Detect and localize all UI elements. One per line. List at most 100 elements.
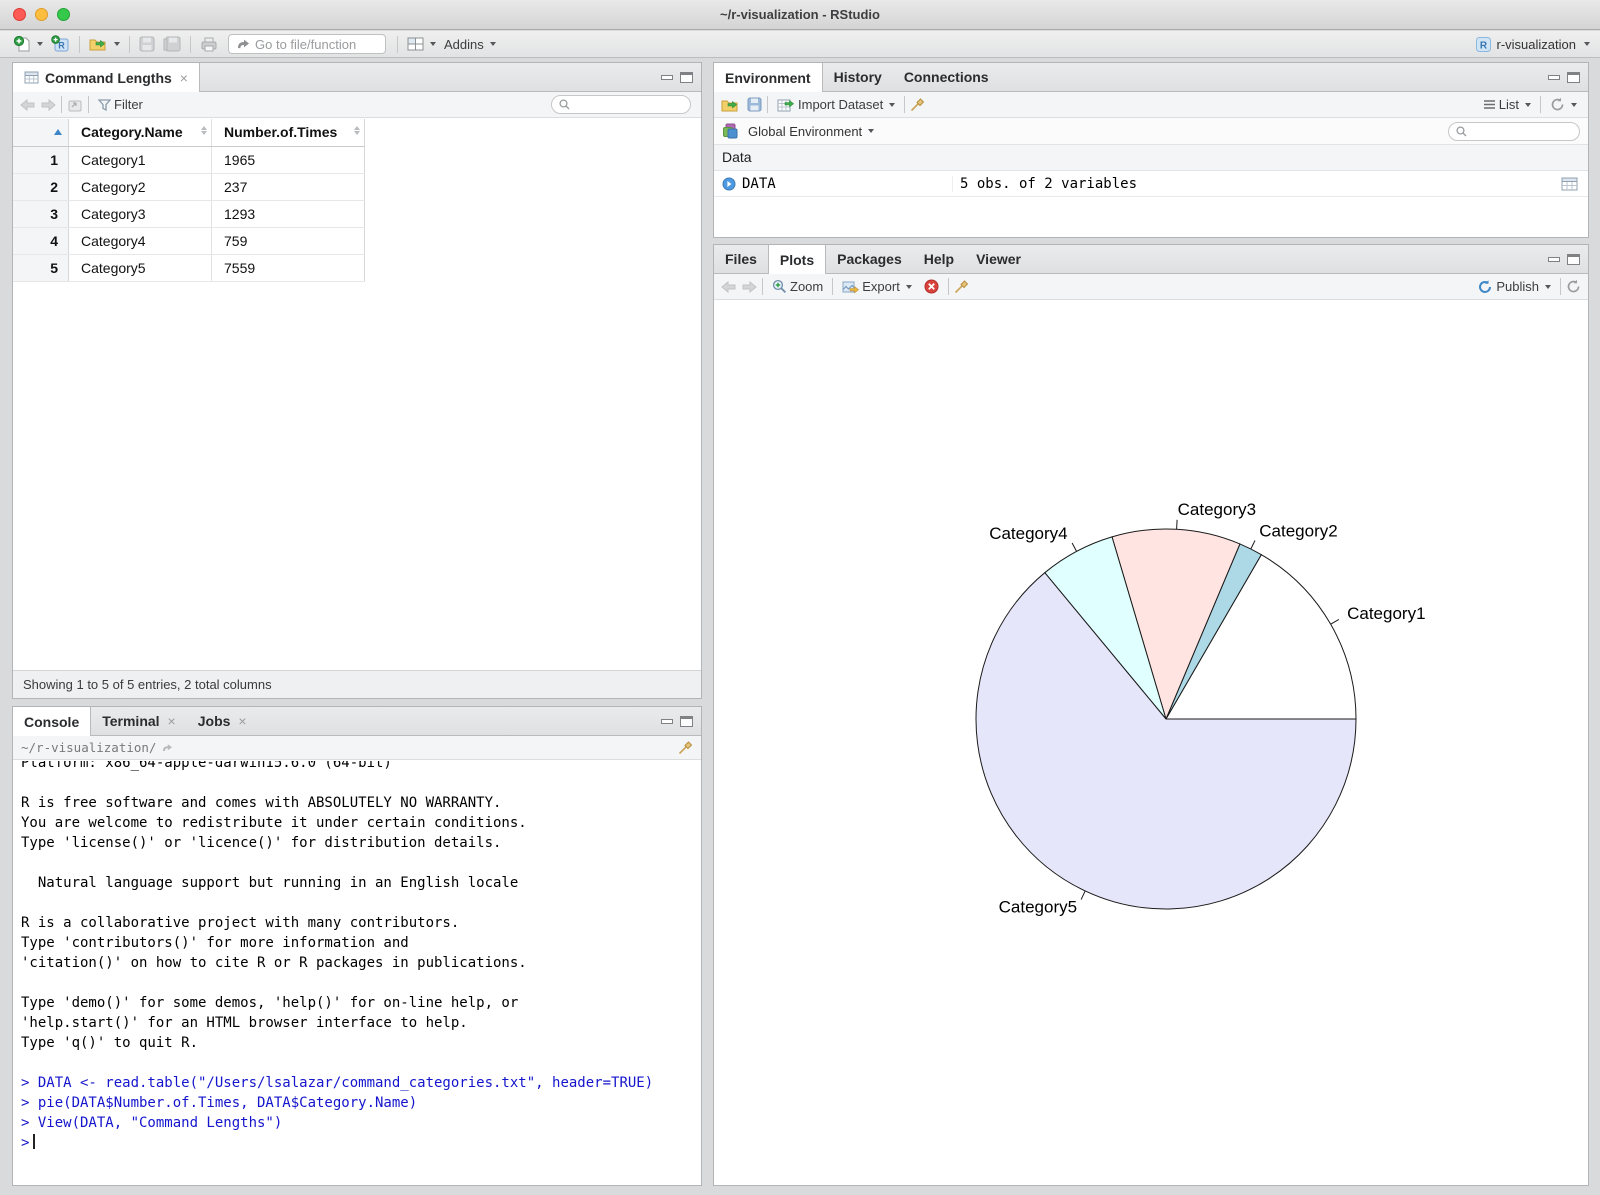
view-data-icon[interactable] [1561,177,1578,191]
close-tab-icon[interactable]: × [168,713,176,729]
new-project-icon: R [51,35,69,52]
filter-button[interactable]: Filter [94,95,147,114]
pane-layout-button[interactable] [403,35,440,53]
filter-label: Filter [114,97,143,112]
close-tab-icon[interactable]: × [238,713,246,729]
tab-terminal[interactable]: Terminal × [91,707,187,735]
tab-viewer[interactable]: Viewer [965,245,1032,273]
table-search-box[interactable] [551,95,691,114]
goto-arrow-icon [238,39,249,49]
console-line: You are welcome to redistribute it under… [21,815,527,831]
project-selector[interactable]: R r-visualization [1475,36,1590,53]
maximize-pane-icon[interactable] [1567,254,1580,265]
console-output[interactable]: Platform: x86_64-apple-darwin15.6.0 (64-… [14,761,700,1184]
minimize-pane-icon[interactable] [661,719,673,724]
sort-arrows-icon [201,126,207,135]
save-button[interactable] [135,34,159,54]
new-project-button[interactable]: R [47,33,74,55]
table-search-input[interactable] [574,97,674,112]
environment-section-header: Data [714,145,1588,171]
console-input-line: > pie(DATA$Number.of.Times, DATA$Categor… [21,1095,418,1111]
clear-all-plots-icon[interactable] [954,279,969,294]
r-project-icon: R [1475,36,1491,52]
main-toolbar: R Addins R r-visualization [0,31,1600,58]
environment-search-input[interactable] [1471,124,1571,138]
tab-plots[interactable]: Plots [767,245,827,274]
maximize-pane-icon[interactable] [680,716,693,727]
minimize-pane-icon[interactable] [1548,75,1560,80]
close-tab-icon[interactable]: × [180,70,188,86]
forward-icon[interactable] [40,98,56,111]
goto-file-search[interactable] [228,34,386,54]
toolbar-separator [947,278,949,295]
tab-jobs[interactable]: Jobs × [187,707,258,735]
console-prompt-line[interactable]: > [21,1133,700,1153]
import-dataset-button[interactable]: Import Dataset [773,95,899,114]
data-viewer-tabstrip: Command Lengths × [13,63,701,92]
import-dataset-icon [777,99,794,111]
environment-search-box[interactable] [1448,121,1580,141]
new-file-button[interactable] [10,34,47,55]
next-plot-icon[interactable] [741,280,757,293]
back-icon[interactable] [20,98,36,111]
row-number-header[interactable] [13,119,69,146]
console-line: 'citation()' on how to cite R or R packa… [21,955,527,971]
refresh-plot-icon[interactable] [1566,279,1581,294]
previous-plot-icon[interactable] [721,280,737,293]
expand-object-icon[interactable] [722,177,736,191]
plots-tabstrip: Files Plots Packages Help Viewer [714,245,1588,274]
sort-ascending-icon [54,129,62,135]
publish-plot-button[interactable]: Publish [1473,277,1555,297]
minimize-pane-icon[interactable] [661,75,673,80]
tab-environment[interactable]: Environment [714,63,823,92]
zoom-plot-button[interactable]: Zoom [768,277,827,296]
table-row: 2 Category2 237 [13,174,365,201]
load-workspace-icon[interactable] [721,98,740,112]
environment-object-row[interactable]: DATA 5 obs. of 2 variables [714,171,1588,197]
tab-files[interactable]: Files [714,245,768,273]
environment-scope-selector[interactable]: Global Environment [744,122,878,141]
list-view-button[interactable]: List [1479,95,1535,114]
print-button[interactable] [196,34,222,54]
maximize-pane-icon[interactable] [680,72,693,83]
environment-tabstrip: Environment History Connections [714,63,1588,92]
tab-command-lengths[interactable]: Command Lengths × [13,63,200,92]
toolbar-separator [61,96,62,113]
environment-pane: Environment History Connections Import D… [713,62,1589,238]
tab-help[interactable]: Help [913,245,965,273]
save-icon-disabled [139,36,155,52]
save-all-button[interactable] [159,34,185,54]
addins-button[interactable]: Addins [440,35,500,54]
save-workspace-icon[interactable] [747,97,762,112]
clear-environment-icon[interactable] [910,97,925,112]
pie-label: Category2 [1259,521,1337,540]
tab-packages[interactable]: Packages [826,245,913,273]
console-line: 'help.start()' for an HTML browser inter… [21,1015,468,1031]
maximize-pane-icon[interactable] [1567,72,1580,83]
open-folder-icon [89,39,106,51]
open-file-button[interactable] [85,35,124,53]
pie-label-tick [1330,618,1340,625]
popout-window-icon[interactable] [67,98,83,112]
data-viewer-toolbar: Filter [13,92,701,118]
tab-console[interactable]: Console [13,707,92,736]
tab-history[interactable]: History [823,63,893,91]
table-row: 4 Category4 759 [13,228,365,255]
goto-file-input[interactable] [255,36,373,52]
addins-caret [489,42,496,46]
column-header-category-name[interactable]: Category.Name [69,119,212,146]
minimize-pane-icon[interactable] [1548,257,1560,262]
environment-scope-bar: Global Environment [714,118,1588,145]
goto-directory-icon[interactable] [161,742,174,753]
export-plot-button[interactable]: Export [838,277,916,296]
refresh-environment-button[interactable] [1546,95,1581,114]
remove-plot-button[interactable] [920,277,943,296]
scope-caret [868,129,875,133]
pane-window-controls [1548,245,1580,274]
pane-window-controls [661,707,693,736]
column-header-number-of-times[interactable]: Number.of.Times [212,119,365,146]
tab-connections[interactable]: Connections [893,63,1000,91]
clear-console-icon[interactable] [678,740,693,755]
